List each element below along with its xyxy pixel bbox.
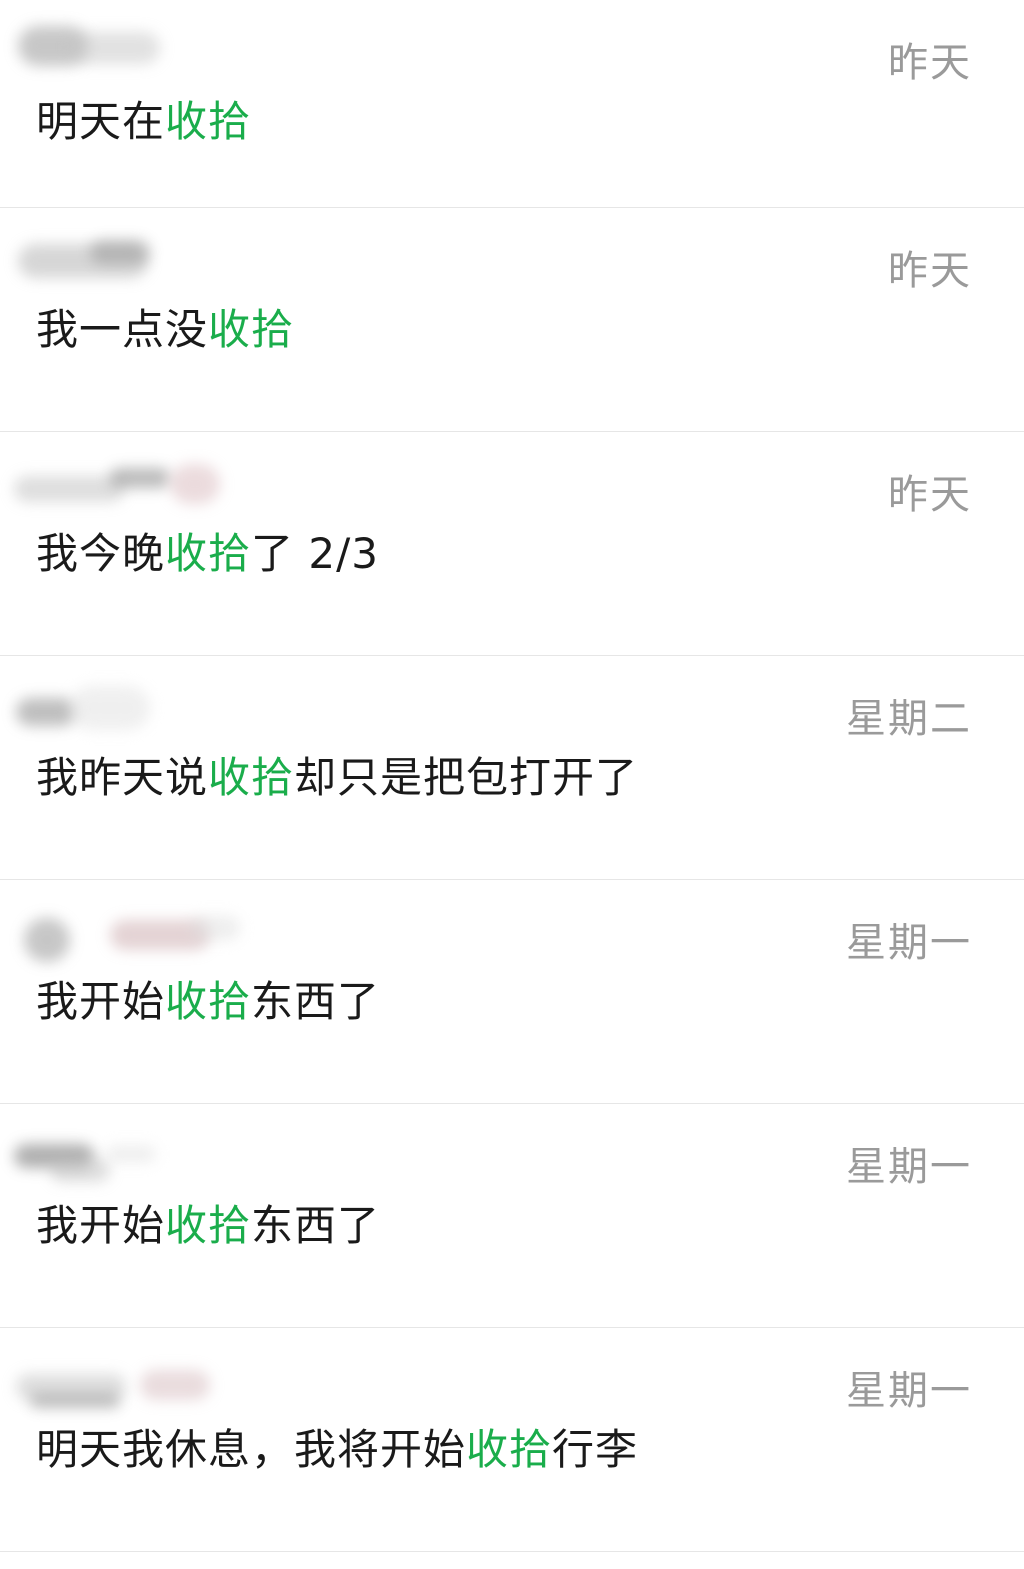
keyword-highlight: 收拾 (165, 1201, 252, 1250)
message-text: 我昨天说 (36, 753, 209, 802)
message-preview: 我开始收拾东西了 (36, 968, 380, 1029)
message-text: 东西了 (251, 977, 381, 1026)
message-time: 昨天 (888, 248, 972, 294)
message-time: 星期一 (846, 920, 972, 966)
message-time: 星期一 (846, 1368, 972, 1414)
keyword-highlight: 收拾 (208, 305, 295, 354)
message-text: 行李 (552, 1425, 639, 1474)
keyword-highlight: 收拾 (466, 1425, 553, 1474)
list-item[interactable]: 昨天 明天在收拾 (0, 0, 1024, 208)
list-item[interactable]: 昨天 我今晚收拾了 2/3 (0, 432, 1024, 656)
message-text: 了 2/3 (251, 529, 379, 578)
list-item[interactable]: 星期一 明天我休息，我将开始收拾行李 (0, 1328, 1024, 1552)
message-text: 我开始 (36, 1201, 166, 1250)
message-time: 星期一 (846, 1144, 972, 1190)
keyword-highlight: 收拾 (165, 97, 252, 146)
message-time: 昨天 (888, 40, 972, 86)
blurred-sender-name (10, 226, 230, 286)
message-text: 明天在 (36, 97, 166, 146)
list-item[interactable]: 星期二 我昨天说收拾却只是把包打开了 (0, 656, 1024, 880)
keyword-highlight: 收拾 (165, 977, 252, 1026)
message-text: 却只是把包打开了 (294, 753, 639, 802)
blurred-sender-name (10, 18, 230, 78)
message-text: 我一点没 (36, 305, 209, 354)
blurred-sender-name (10, 674, 230, 734)
message-text: 东西了 (251, 1201, 381, 1250)
search-results-list: 昨天 明天在收拾 昨天 我一点没收拾 昨天 我今晚收拾了 2/3 星期二 我昨天… (0, 0, 1024, 1552)
message-preview: 明天在收拾 (36, 88, 251, 149)
blurred-sender-name (10, 450, 230, 510)
blurred-sender-name (10, 1346, 230, 1408)
message-preview: 我昨天说收拾却只是把包打开了 (36, 744, 638, 805)
message-text: 我今晚 (36, 529, 166, 578)
message-text: 我开始 (36, 977, 166, 1026)
message-time: 星期二 (846, 696, 972, 742)
message-preview: 我开始收拾东西了 (36, 1192, 380, 1253)
message-preview: 我一点没收拾 (36, 296, 294, 357)
message-text: 明天我休息，我将开始 (36, 1425, 467, 1474)
blurred-sender-name (10, 1122, 230, 1182)
list-item[interactable]: 昨天 我一点没收拾 (0, 208, 1024, 432)
list-item[interactable]: 星期一 我开始收拾东西了 (0, 880, 1024, 1104)
message-preview: 明天我休息，我将开始收拾行李 (36, 1416, 638, 1477)
message-time: 昨天 (888, 472, 972, 518)
list-item[interactable]: 星期一 我开始收拾东西了 (0, 1104, 1024, 1328)
message-preview: 我今晚收拾了 2/3 (36, 520, 379, 581)
keyword-highlight: 收拾 (208, 753, 295, 802)
keyword-highlight: 收拾 (165, 529, 252, 578)
blurred-sender-name (10, 898, 240, 962)
